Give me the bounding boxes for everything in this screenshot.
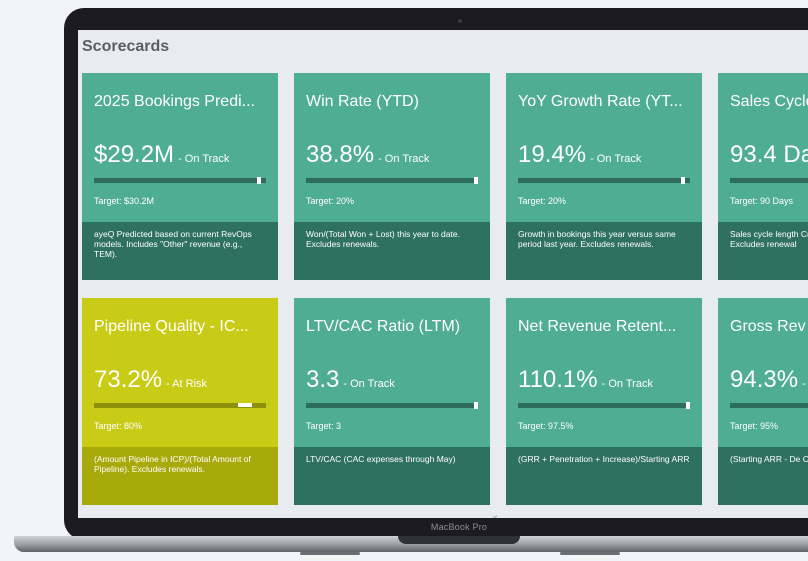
- scorecard-target: Target: $30.2M: [94, 196, 155, 206]
- scorecard-progress-marker: [474, 177, 478, 184]
- scorecard-gross-revenue-retention[interactable]: Gross Rev 94.3% - Target: 95% (Starting A…: [718, 298, 808, 505]
- camera-dot: [458, 19, 462, 23]
- scorecard-value-row: 73.2% - At Risk: [94, 366, 207, 394]
- scorecard-progress-fill: [306, 178, 478, 183]
- scorecard-progress-fill: [94, 403, 253, 408]
- scorecard-progress-fill: [518, 178, 685, 183]
- scorecard-target: Target: 95%: [730, 421, 779, 431]
- scorecard-description: LTV/CAC (CAC expenses through May): [294, 447, 490, 505]
- scorecard-progress-marker: [238, 403, 253, 407]
- scorecard-title: 2025 Bookings Predi...: [94, 93, 255, 110]
- scorecard-progress-fill: [94, 178, 261, 183]
- scorecard-value: $29.2M: [94, 141, 175, 168]
- scorecard-status: - At Risk: [166, 378, 208, 390]
- scorecard-title: LTV/CAC Ratio (LTM): [306, 318, 461, 335]
- scorecard-ltv-cac[interactable]: LTV/CAC Ratio (LTM) 3.3- On Track Target…: [294, 298, 490, 505]
- scorecard-description: Won/(Total Won + Lost) this year to date…: [294, 222, 490, 280]
- section-title: Scorecards: [82, 38, 170, 55]
- scorecard-value: 19.4%: [518, 141, 587, 168]
- scorecard-progress-track: [730, 403, 808, 408]
- laptop-foot-right: [560, 552, 620, 555]
- scorecard-title: Win Rate (YTD): [306, 93, 419, 110]
- scorecard-progress-fill: [518, 403, 690, 408]
- scorecard-progress-fill: [306, 403, 478, 408]
- scorecard-status: - On Track: [601, 378, 653, 390]
- scorecard-progress-track: [94, 177, 266, 184]
- scorecard-progress-track: [518, 402, 690, 409]
- scorecard-progress-fill: [730, 178, 808, 183]
- scorecard-value-row: 93.4 Da: [730, 141, 808, 169]
- scorecard-description: (GRR + Penetration + Increase)/Starting …: [506, 447, 702, 505]
- scorecard-target: Target: 20%: [306, 196, 355, 206]
- chevron-down-icon[interactable]: ⌄: [491, 510, 499, 518]
- scorecard-value: 3.3: [306, 366, 340, 393]
- scorecard-target: Target: 3: [306, 421, 342, 431]
- scorecard-title: YoY Growth Rate (YT...: [518, 93, 683, 110]
- scorecard-value: 38.8%: [306, 141, 375, 168]
- scorecard-progress-track: [306, 402, 478, 409]
- scorecard-value-row: 94.3% -: [730, 366, 806, 394]
- scorecard-progress-track: [94, 403, 266, 408]
- scorecard-value: 94.3%: [730, 366, 799, 393]
- scorecard-description: (Starting ARR - De Churn)/Starting A: [718, 447, 808, 505]
- scorecard-pipeline-quality[interactable]: Pipeline Quality - IC... 73.2% - At Risk …: [82, 298, 278, 505]
- scorecard-title: Pipeline Quality - IC...: [94, 318, 249, 335]
- scorecard-progress-track: [730, 178, 808, 183]
- scorecard-value-row: $29.2M - On Track: [94, 141, 229, 169]
- scorecard-progress-track: [306, 177, 478, 184]
- scorecard-status: - On Track: [590, 153, 642, 165]
- scorecard-target: Target: 80%: [94, 421, 143, 431]
- scorecard-sales-cycle[interactable]: Sales Cycle 93.4 Da Target: 90 Days Sale…: [718, 73, 808, 280]
- scorecard-description: Growth in bookings this year versus same…: [506, 222, 702, 280]
- scorecard-description: Sales cycle length Created Date) for Exc…: [718, 222, 808, 280]
- scorecard-progress-marker: [474, 402, 478, 409]
- scorecard-status: - On Track: [178, 153, 230, 165]
- scorecard-title: Net Revenue Retent...: [518, 318, 677, 335]
- scorecard-title: Gross Rev: [730, 318, 806, 335]
- scorecard-value: 93.4 Da: [730, 141, 808, 168]
- scorecard-value: 73.2%: [94, 366, 163, 393]
- scorecard-value-row: 19.4% - On Track: [518, 141, 641, 169]
- scorecard-target: Target: 97.5%: [518, 421, 574, 431]
- scorecard-title: Sales Cycle: [730, 93, 808, 110]
- scorecard-progress-marker: [686, 402, 690, 409]
- scorecard-net-revenue-retention[interactable]: Net Revenue Retent... 110.1% - On Track T…: [506, 298, 702, 505]
- scorecard-value-row: 110.1% - On Track: [518, 366, 653, 394]
- scorecard-status: - On Track: [378, 153, 430, 165]
- laptop-foot-left: [300, 552, 360, 555]
- scorecard-status: - On Track: [343, 378, 395, 390]
- laptop-notch: [398, 536, 520, 544]
- scorecard-description: (Amount Pipeline in ICP)/(Total Amount o…: [82, 447, 278, 505]
- scorecard-win-rate[interactable]: Win Rate (YTD) 38.8% - On Track Target: 2…: [294, 73, 490, 280]
- scorecard-target: Target: 90 Days: [730, 196, 794, 206]
- scorecard-progress-marker: [680, 177, 685, 184]
- scorecard-progress-marker: [256, 177, 261, 184]
- scorecard-target: Target: 20%: [518, 196, 567, 206]
- scorecard-yoy-growth[interactable]: YoY Growth Rate (YT... 19.4% - On Track T…: [506, 73, 702, 280]
- scorecard-progress-track: [518, 177, 690, 184]
- scorecard-status: -: [802, 378, 806, 390]
- device-model-label: MacBook Pro: [430, 522, 488, 532]
- scorecard-value: 110.1%: [518, 366, 598, 393]
- scorecard-value-row: 3.3- On Track: [306, 366, 395, 394]
- scorecard-description: ayeQ Predicted based on current RevOps m…: [82, 222, 278, 280]
- scorecard-progress-fill: [730, 403, 808, 408]
- scorecard-bookings[interactable]: 2025 Bookings Predi... $29.2M - On Track …: [82, 73, 278, 280]
- dashboard-screen: Scorecards 2025 Bookings Predi... $29.2M…: [78, 30, 808, 518]
- scorecard-value-row: 38.8% - On Track: [306, 141, 429, 169]
